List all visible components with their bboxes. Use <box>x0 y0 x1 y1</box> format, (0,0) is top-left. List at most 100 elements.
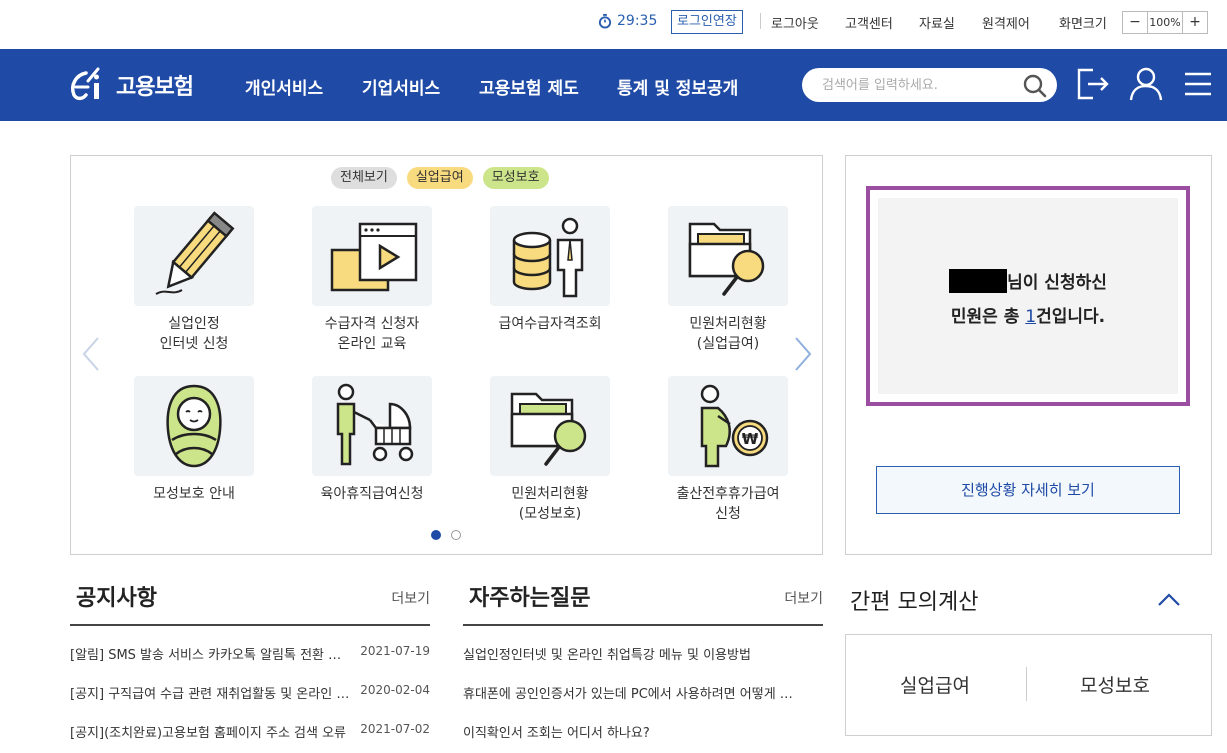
notice-title: 공지사항 <box>70 582 430 626</box>
calculator-box: 실업급여 모성보호 <box>845 634 1212 736</box>
user-icon[interactable] <box>1128 66 1164 102</box>
archive-link[interactable]: 자료실 <box>919 13 955 32</box>
notice-more-link[interactable]: 더보기 <box>391 588 430 608</box>
list-item[interactable]: [공지] 구직급여 수급 관련 재취업활동 및 온라인 교육 2020-02-04 <box>70 683 430 722</box>
zoom-in-button[interactable]: + <box>1183 12 1207 33</box>
card-icon-box <box>490 206 610 306</box>
line1-suffix: 님이 신청하신 <box>1007 273 1107 293</box>
stroller-icon <box>336 383 414 466</box>
list-item[interactable]: [알림] SMS 발송 서비스 카카오톡 알림톡 전환 안내 2021-07-19 <box>70 644 430 683</box>
customer-center-link[interactable]: 고객센터 <box>845 13 893 32</box>
list-item[interactable]: [공지](조치완료)고용보험 홈페이지 주소 검색 오류 2021-07-02 <box>70 722 430 753</box>
card-parental-leave[interactable]: 육아휴직급여신청 <box>297 376 447 504</box>
card-icon-box <box>134 376 254 476</box>
zoom-value: 100% <box>1147 12 1183 33</box>
card-icon-box <box>312 206 432 306</box>
card-icon-box <box>134 206 254 306</box>
calc-unemployment-button[interactable]: 실업급여 <box>900 671 970 698</box>
card-label: 육아휴직급여신청 <box>320 486 424 502</box>
card-unemployment-recognition[interactable]: 실업인정 인터넷 신청 <box>119 206 269 354</box>
line2-prefix: 민원은 총 <box>950 307 1026 327</box>
zoom-control: − 100% + <box>1122 11 1208 34</box>
nav-statistics[interactable]: 통계 및 정보공개 <box>617 74 738 99</box>
card-status-maternity[interactable]: 민원처리현황 (모성보호) <box>475 376 625 524</box>
faq-item-title: 이직확인서 조회는 어디서 하나요? <box>463 726 650 741</box>
application-count[interactable]: 1 <box>1025 307 1036 327</box>
faq-item-title: 휴대폰에 공인인증서가 있는데 PC에서 사용하려면 어떻게 하나요? <box>463 687 803 702</box>
card-icon-box <box>490 376 610 476</box>
card-label: 급여수급자격조회 <box>498 316 602 332</box>
nav-business[interactable]: 기업서비스 <box>362 74 440 99</box>
divider <box>760 13 761 29</box>
card-icon-box <box>668 206 788 306</box>
card-online-education[interactable]: 수급자격 신청자 온라인 교육 <box>297 206 447 354</box>
card-label: 민원처리현황 (모성보호) <box>511 486 589 522</box>
nav-insurance-system[interactable]: 고용보험 제도 <box>479 74 579 99</box>
card-maternity-guide[interactable]: 모성보호 안내 <box>119 376 269 504</box>
tag-maternity[interactable]: 모성보호 <box>482 167 549 189</box>
chevron-up-icon[interactable] <box>1155 590 1183 610</box>
logout-icon[interactable] <box>1075 66 1111 102</box>
divider <box>1026 667 1027 701</box>
list-item[interactable]: 이직확인서 조회는 어디서 하나요? <box>463 722 823 753</box>
calc-maternity-button[interactable]: 모성보호 <box>1080 671 1150 698</box>
list-item[interactable]: 실업인정인터넷 및 온라인 취업특강 메뉴 및 이용방법 <box>463 644 823 683</box>
list-item[interactable]: 휴대폰에 공인인증서가 있는데 PC에서 사용하려면 어떻게 하나요? <box>463 683 823 722</box>
faq-more-link[interactable]: 더보기 <box>784 588 823 608</box>
prev-arrow-icon[interactable] <box>81 336 101 372</box>
search-box <box>802 68 1057 102</box>
stopwatch-icon <box>598 13 612 29</box>
search-icon[interactable] <box>1023 74 1047 98</box>
card-status-unemployment[interactable]: 민원처리현황 (실업급여) <box>653 206 803 354</box>
logo-text: 고용보험 <box>116 75 194 100</box>
quick-service-panel: 전체보기 실업급여 모성보호 실업인정 인터넷 신청 수급자격 신청자 온라인 … <box>70 155 823 555</box>
page-dot-1[interactable] <box>431 530 441 540</box>
notice-item-title: [공지] 구직급여 수급 관련 재취업활동 및 온라인 교육 <box>70 687 350 702</box>
page-dot-2[interactable] <box>451 530 461 540</box>
notice-item-date: 2020-02-04 <box>360 683 430 697</box>
application-message: 님이 신청하신 민원은 총 1건입니다. <box>878 266 1178 334</box>
application-message-line2: 민원은 총 1건입니다. <box>878 300 1178 334</box>
pencil-icon <box>155 211 235 295</box>
faq-title: 자주하는질문 <box>463 582 823 626</box>
card-label: 수급자격 신청자 온라인 교육 <box>324 316 420 352</box>
line2-suffix: 건입니다. <box>1036 307 1106 327</box>
tag-all[interactable]: 전체보기 <box>331 167 397 189</box>
search-input[interactable] <box>822 68 1017 102</box>
menu-icon[interactable] <box>1180 66 1216 102</box>
main-header: 고용보험 개인서비스 기업서비스 고용보험 제도 통계 및 정보공개 <box>0 49 1227 121</box>
card-label: 출산전후휴가급여 신청 <box>676 486 780 522</box>
application-summary-inner: 님이 신청하신 민원은 총 1건입니다. <box>878 198 1178 394</box>
faq-list: 실업인정인터넷 및 온라인 취업특강 메뉴 및 이용방법 휴대폰에 공인인증서가… <box>463 644 823 753</box>
svg-text:₩: ₩ <box>742 430 759 448</box>
carousel-pagination <box>431 530 461 540</box>
logout-link[interactable]: 로그아웃 <box>771 13 819 32</box>
card-label: 실업인정 인터넷 신청 <box>159 316 229 352</box>
notice-item-date: 2021-07-19 <box>360 644 430 658</box>
card-maternity-leave-benefit[interactable]: ₩ 출산전후휴가급여 신청 <box>653 376 803 524</box>
folder-search-icon <box>688 222 765 296</box>
card-label: 모성보호 안내 <box>153 486 235 502</box>
remote-control-link[interactable]: 원격제어 <box>982 13 1030 32</box>
card-label: 민원처리현황 (실업급여) <box>689 316 767 352</box>
faq-item-title: 실업인정인터넷 및 온라인 취업특강 메뉴 및 이용방법 <box>463 648 751 663</box>
zoom-out-button[interactable]: − <box>1123 12 1147 33</box>
extend-login-button[interactable]: 로그인연장 <box>671 10 743 34</box>
card-icon-box: ₩ <box>668 376 788 476</box>
faq-board: 자주하는질문 더보기 실업인정인터넷 및 온라인 취업특강 메뉴 및 이용방법 … <box>463 582 823 753</box>
notice-item-date: 2021-07-02 <box>360 722 430 736</box>
view-progress-button[interactable]: 진행상황 자세히 보기 <box>876 466 1180 514</box>
logo[interactable]: 고용보험 <box>68 67 194 103</box>
notice-item-title: [알림] SMS 발송 서비스 카카오톡 알림톡 전환 안내 <box>70 648 350 663</box>
timer-value: 29:35 <box>617 13 658 29</box>
application-message-line1: 님이 신청하신 <box>878 266 1178 300</box>
pregnant-won-icon: ₩ <box>700 384 769 468</box>
card-eligibility-lookup[interactable]: 급여수급자격조회 <box>475 206 625 334</box>
session-timer: 29:35 <box>598 13 657 29</box>
baby-icon <box>166 384 222 468</box>
application-summary-box: 님이 신청하신 민원은 총 1건입니다. <box>866 186 1190 406</box>
nav-personal[interactable]: 개인서비스 <box>245 74 323 99</box>
card-icon-box <box>312 376 432 476</box>
tag-unemployment[interactable]: 실업급여 <box>406 167 473 189</box>
coins-person-icon <box>512 217 584 298</box>
